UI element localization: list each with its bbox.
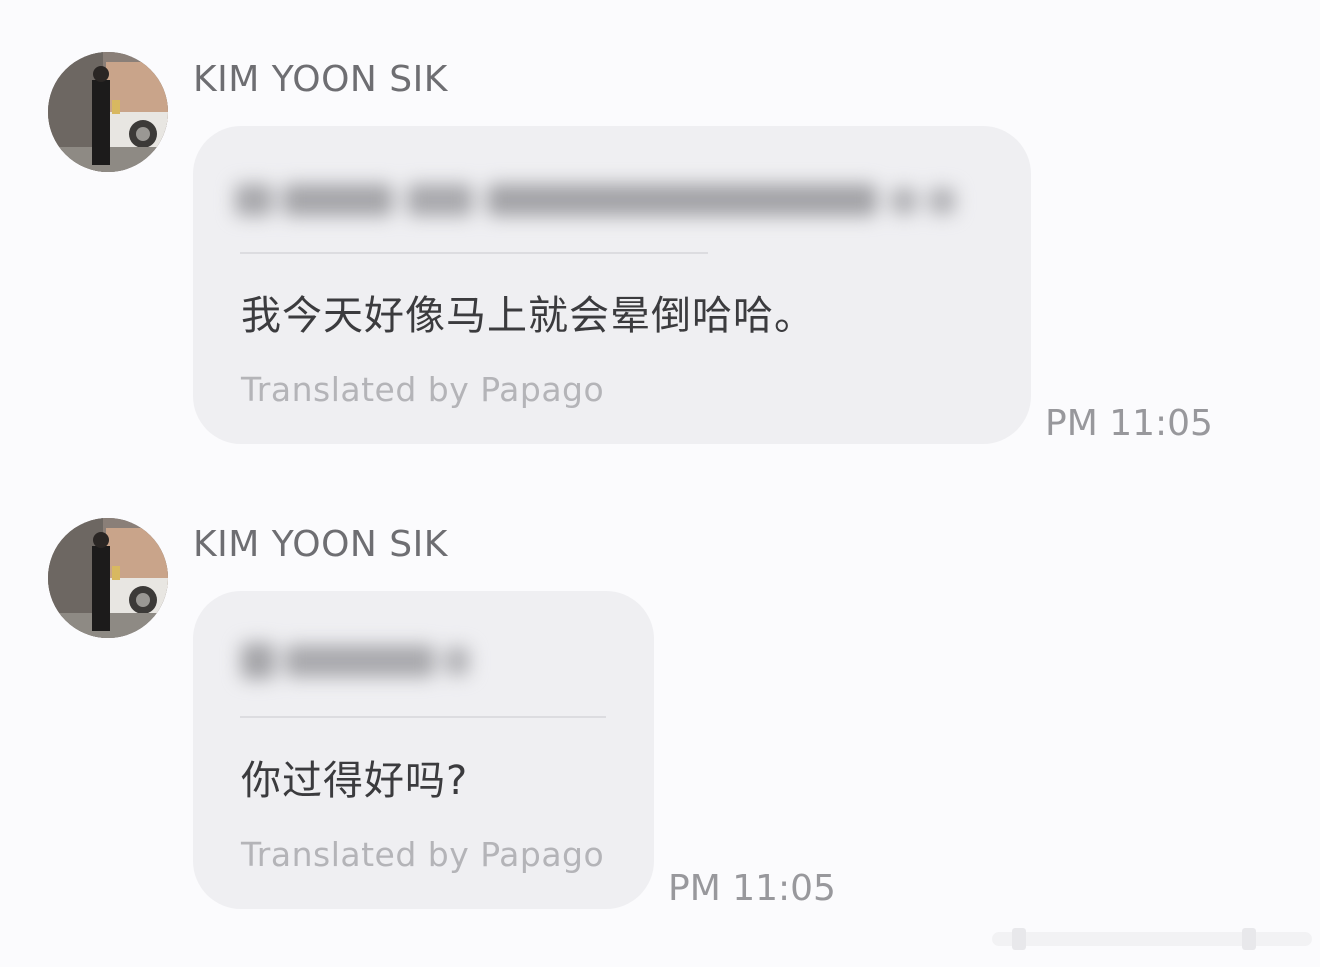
translation-credit: Translated by Papago bbox=[241, 835, 605, 874]
profile-photo-icon bbox=[48, 52, 168, 172]
chat-screen: KIM YOON SIK 我今天好像马上就会晕倒哈哈。 Translated b… bbox=[0, 0, 1320, 967]
translated-message-text: 你过得好吗? bbox=[241, 758, 469, 804]
original-text-blurred bbox=[241, 643, 469, 679]
message-timestamp: PM 11:05 bbox=[668, 868, 836, 909]
sender-name: KIM YOON SIK bbox=[193, 59, 448, 100]
watermark-icon bbox=[992, 928, 1312, 950]
avatar[interactable] bbox=[48, 52, 168, 172]
sender-name: KIM YOON SIK bbox=[193, 524, 448, 565]
translation-divider bbox=[240, 252, 708, 254]
translated-message-text: 我今天好像马上就会晕倒哈哈。 bbox=[241, 293, 815, 339]
avatar[interactable] bbox=[48, 518, 168, 638]
message-bubble[interactable]: 你过得好吗? Translated by Papago bbox=[193, 591, 654, 909]
message-bubble[interactable]: 我今天好像马上就会晕倒哈哈。 Translated by Papago bbox=[193, 126, 1031, 444]
profile-photo-icon bbox=[48, 518, 168, 638]
translation-divider bbox=[240, 716, 606, 718]
original-text-blurred bbox=[235, 184, 955, 216]
translation-credit: Translated by Papago bbox=[241, 370, 605, 409]
message-timestamp: PM 11:05 bbox=[1045, 403, 1213, 444]
